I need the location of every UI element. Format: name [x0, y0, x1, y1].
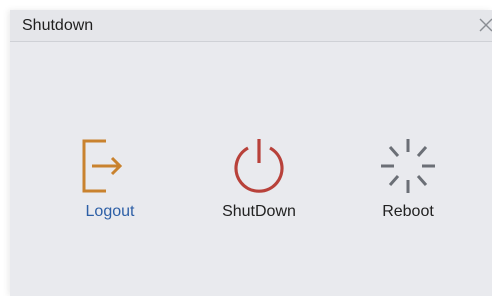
logout-icon [80, 135, 140, 197]
screen: Shutdown Logout ShutDown Reboot [0, 0, 492, 296]
logout-label: Logout [85, 203, 135, 220]
reboot-spinner-icon [378, 135, 438, 197]
shutdown-button[interactable]: ShutDown [199, 123, 319, 233]
reboot-label: Reboot [382, 203, 434, 220]
shutdown-options: Logout ShutDown Reboot [10, 43, 492, 296]
close-icon [479, 18, 492, 32]
power-icon [229, 135, 289, 197]
dialog-titlebar: Shutdown [10, 10, 492, 42]
logout-button[interactable]: Logout [50, 123, 170, 233]
reboot-button[interactable]: Reboot [348, 123, 468, 233]
shutdown-label: ShutDown [222, 203, 296, 220]
shutdown-dialog: Shutdown Logout ShutDown Reboot [10, 10, 492, 296]
dialog-title: Shutdown [22, 17, 94, 34]
close-button[interactable] [478, 15, 492, 35]
